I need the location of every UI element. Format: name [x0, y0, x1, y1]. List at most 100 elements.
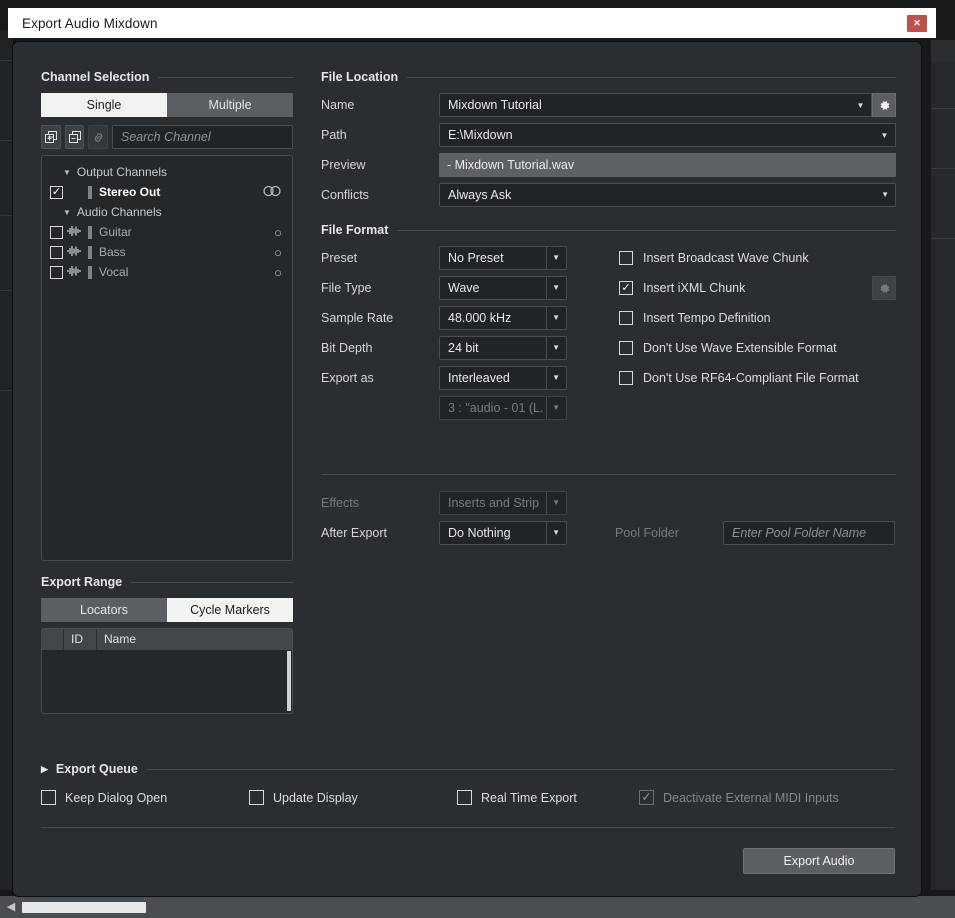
scroll-left-arrow-icon[interactable]: ◀ [4, 900, 18, 915]
queue-option-label: Keep Dialog Open [65, 790, 168, 805]
sample-rate-row: Sample Rate 48.000 kHz [321, 306, 571, 330]
queue-option-row[interactable]: ✓ Deactivate External MIDI Inputs [639, 790, 839, 805]
channel-selection-header: Channel Selection [41, 70, 293, 84]
mono-routing-icon[interactable]: ○ [274, 245, 282, 260]
path-dropdown-chevron-down-icon[interactable]: ▼ [874, 123, 896, 147]
collapse-all-icon[interactable] [64, 125, 85, 149]
export-range-title: Export Range [41, 575, 123, 589]
bit-depth-label: Bit Depth [321, 341, 373, 355]
close-button[interactable]: ✕ [907, 15, 927, 32]
waveform-icon [63, 265, 85, 280]
expand-all-icon[interactable] [41, 125, 61, 149]
tab-locators[interactable]: Locators [41, 598, 167, 622]
mono-routing-icon[interactable]: ○ [274, 225, 282, 240]
format-option-checkbox[interactable] [619, 251, 633, 265]
format-option-row[interactable]: ✓ Insert iXML Chunk [619, 276, 896, 300]
header-rule [131, 581, 293, 583]
file-format-options: Insert Broadcast Wave Chunk ✓ Insert iXML … [571, 246, 896, 426]
channel-config-row: 3 : "audio - 01 (L. [321, 396, 571, 420]
pool-folder-input[interactable] [723, 521, 895, 545]
left-column: Channel Selection Single Multiple Search… [41, 70, 294, 714]
format-option-checkbox[interactable]: ✓ [619, 281, 633, 295]
channel-checkbox[interactable] [50, 225, 63, 239]
queue-option-row[interactable]: Update Display [249, 790, 457, 805]
export-queue-triangle-right-icon[interactable]: ▶ [41, 764, 48, 775]
queue-option-checkbox[interactable]: ✓ [639, 790, 654, 805]
tab-cycle-markers[interactable]: Cycle Markers [167, 598, 293, 622]
file-format-selects: Preset No Preset File Type Wave Sample R… [321, 246, 571, 426]
mode-single-button[interactable]: Single [41, 93, 167, 117]
channel-row[interactable]: Vocal ○ [42, 262, 292, 282]
channel-mode-segmented-control[interactable]: Single Multiple [41, 93, 293, 117]
channel-config-select[interactable]: 3 : "audio - 01 (L. [439, 396, 567, 420]
footer-divider [41, 827, 895, 828]
effects-select[interactable]: Inserts and Strip [439, 491, 567, 515]
channel-row[interactable]: Guitar ○ [42, 222, 292, 242]
export-range-table[interactable]: ID Name [41, 628, 293, 714]
search-channel-input[interactable] [112, 125, 294, 149]
format-option-label: Don't Use Wave Extensible Format [643, 341, 837, 355]
link-icon[interactable] [88, 125, 109, 149]
table-header-row: ID Name [42, 629, 292, 650]
triangle-down-icon[interactable]: ▼ [63, 168, 71, 177]
channel-group-row[interactable]: ▼ Output Channels [42, 162, 292, 182]
horizontal-scrollbar-track[interactable]: ◀ [0, 896, 955, 918]
background-right-panel-header [931, 40, 955, 62]
export-as-select[interactable]: Interleaved [439, 366, 567, 390]
export-queue-header[interactable]: ▶ Export Queue [41, 762, 895, 776]
format-option-checkbox[interactable] [619, 311, 633, 325]
export-queue-title: Export Queue [55, 762, 138, 776]
triangle-down-icon[interactable]: ▼ [63, 208, 71, 217]
path-input[interactable] [439, 123, 874, 147]
channel-row[interactable]: ✓ Stereo Out [42, 182, 292, 202]
path-label: Path [321, 128, 347, 142]
background-divider [931, 168, 955, 169]
format-option-row[interactable]: Don't Use RF64-Compliant File Format [619, 366, 896, 390]
queue-option-row[interactable]: Keep Dialog Open [41, 790, 249, 805]
export-range-tabs[interactable]: Locators Cycle Markers [41, 598, 293, 622]
channel-name: Stereo Out [99, 185, 161, 199]
format-option-row[interactable]: Insert Broadcast Wave Chunk [619, 246, 896, 270]
column-header-id: ID [64, 629, 97, 650]
horizontal-scrollbar-thumb[interactable] [22, 902, 146, 913]
name-input[interactable] [439, 93, 850, 117]
table-body[interactable] [42, 650, 292, 713]
pool-folder-row: Pool Folder [615, 521, 896, 545]
sample-rate-select[interactable]: 48.000 kHz [439, 306, 567, 330]
export-audio-button[interactable]: Export Audio [743, 848, 895, 874]
dialog-titlebar[interactable]: Export Audio Mixdown ✕ [8, 8, 936, 38]
name-dropdown-chevron-down-icon[interactable]: ▼ [850, 93, 872, 117]
path-row: Path ▼ [321, 123, 896, 147]
format-option-label: Insert Broadcast Wave Chunk [643, 251, 809, 265]
conflicts-select[interactable]: Always Ask [439, 183, 896, 207]
format-option-checkbox[interactable] [619, 371, 633, 385]
queue-option-checkbox[interactable] [41, 790, 56, 805]
conflicts-label: Conflicts [321, 188, 369, 202]
queue-option-checkbox[interactable] [457, 790, 472, 805]
table-vertical-scrollbar[interactable] [287, 651, 291, 711]
format-option-row[interactable]: Insert Tempo Definition [619, 306, 896, 330]
channel-group-row[interactable]: ▼ Audio Channels [42, 202, 292, 222]
channel-checkbox[interactable] [50, 265, 63, 279]
mode-multiple-button[interactable]: Multiple [167, 93, 293, 117]
channel-row[interactable]: Bass ○ [42, 242, 292, 262]
format-option-row[interactable]: Don't Use Wave Extensible Format [619, 336, 896, 360]
after-export-select[interactable]: Do Nothing [439, 521, 567, 545]
queue-option-row[interactable]: Real Time Export [457, 790, 639, 805]
conflicts-row: Conflicts Always Ask [321, 183, 896, 207]
bit-depth-select[interactable]: 24 bit [439, 336, 567, 360]
preset-select[interactable]: No Preset [439, 246, 567, 270]
channel-tree[interactable]: ▼ Output Channels ✓ Stereo Out ▼ Audio Channe… [41, 155, 293, 561]
channel-checkbox[interactable]: ✓ [50, 185, 63, 199]
name-settings-gear-icon[interactable] [872, 93, 896, 117]
queue-option-checkbox[interactable] [249, 790, 264, 805]
broadcast-wave-settings-gear-icon[interactable] [872, 276, 896, 300]
mono-routing-icon[interactable]: ○ [274, 265, 282, 280]
channel-checkbox[interactable] [50, 245, 63, 259]
format-option-label: Insert Tempo Definition [643, 311, 771, 325]
format-option-checkbox[interactable] [619, 341, 633, 355]
stereo-routing-icon[interactable] [262, 185, 282, 200]
pool-folder-label: Pool Folder [615, 526, 679, 540]
format-option-label: Insert iXML Chunk [643, 281, 746, 295]
file-type-select[interactable]: Wave [439, 276, 567, 300]
